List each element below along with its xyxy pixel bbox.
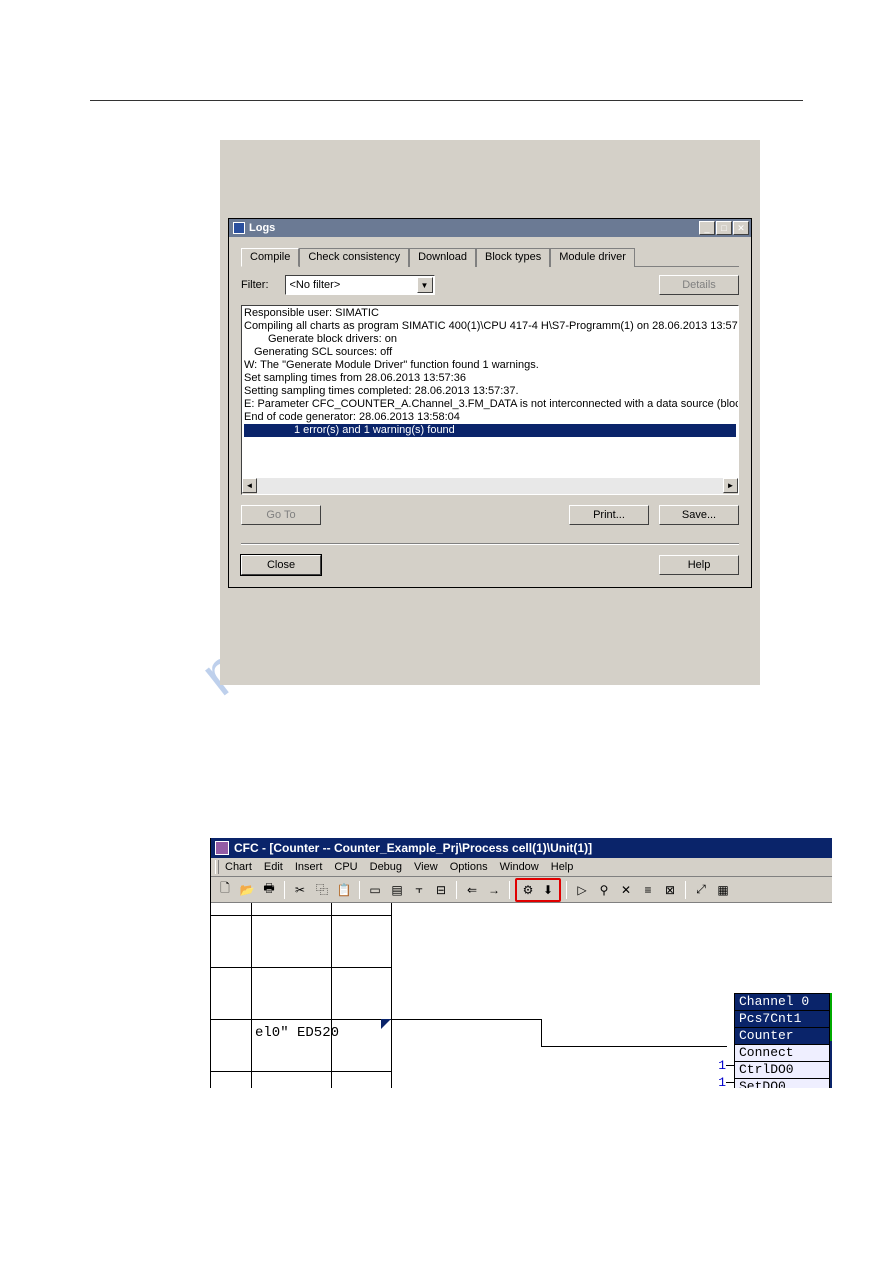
compile-icon[interactable]: ⚙ [518,880,538,900]
menu-cpu[interactable]: CPU [334,861,357,873]
chevron-down-icon[interactable]: ▼ [417,277,433,293]
sheet-icon[interactable]: ▤ [387,880,407,900]
details-button[interactable]: Details [659,275,739,295]
block-port[interactable]: Connect [734,1045,830,1062]
log-line[interactable]: Generating SCL sources: off [244,346,736,359]
menu-chart[interactable]: Chart [225,861,252,873]
titlebar: Logs _ □ ✕ [229,219,751,237]
tab-block-types[interactable]: Block types [476,248,550,267]
close-button[interactable]: Close [241,555,321,575]
maximize-icon[interactable]: □ [716,221,732,235]
log-line[interactable]: W: The "Generate Module Driver" function… [244,359,736,372]
watch-icon[interactable]: ✕ [616,880,636,900]
toolbar-separator [566,881,567,899]
cfc-title-text: CFC - [Counter -- Counter_Example_Prj\Pr… [234,841,592,855]
app-icon [233,222,245,234]
toolbar: 🗋📂🖶 ✂⿻📋 ▭▤⫟⊟ ⇐→ ⚙⬇ ▷⚲✕≡⊠ ⤢▦ [211,877,832,903]
cell-label: el0" ED520 [255,1025,339,1041]
log-line-selected[interactable]: 1 error(s) and 1 warning(s) found [244,424,736,437]
log-line[interactable]: E: Parameter CFC_COUNTER_A.Channel_3.FM_… [244,398,736,411]
function-block[interactable]: Channel 0 Pcs7Cnt1 Counter Connect CtrlD… [734,993,830,1088]
open-icon[interactable]: 📂 [237,880,257,900]
block-status-icon [830,993,832,1041]
menu-debug[interactable]: Debug [370,861,402,873]
connection-marker-icon [381,1019,391,1029]
block-name: Counter [734,1028,830,1045]
print-icon[interactable]: 🖶 [259,880,279,900]
tab-compile[interactable]: Compile [241,248,299,267]
close-icon[interactable]: ✕ [733,221,749,235]
toolbar-separator [456,881,457,899]
download-icon[interactable]: ⬇ [538,880,558,900]
block-header: Channel 0 [734,993,830,1011]
cfc-titlebar: CFC - [Counter -- Counter_Example_Prj\Pr… [211,838,832,858]
log-line[interactable]: Generate block drivers: on [244,333,736,346]
log-line[interactable]: Responsible user: SIMATIC [244,307,736,320]
print-button[interactable]: Print... [569,505,649,525]
trend-icon[interactable]: ≡ [638,880,658,900]
port-value: 1 [718,1058,726,1073]
scroll-left-icon[interactable]: ◄ [242,478,257,493]
paste-icon[interactable]: 📋 [334,880,354,900]
filter-label: Filter: [241,279,269,291]
menu-insert[interactable]: Insert [295,861,323,873]
menubar: Chart Edit Insert CPU Debug View Options… [211,858,832,877]
h-scrollbar[interactable]: ◄ ► [242,478,738,494]
right-icon[interactable]: → [484,880,504,900]
help-button[interactable]: Help [659,555,739,575]
filter-value: <No filter> [290,279,341,291]
catalog-icon[interactable]: ▭ [365,880,385,900]
copy-icon[interactable]: ⿻ [312,880,332,900]
tab-check-consistency[interactable]: Check consistency [299,248,409,267]
block-port[interactable]: CtrlDO0 [734,1062,830,1079]
menu-help[interactable]: Help [551,861,574,873]
zoom-icon[interactable]: ⤢ [691,880,711,900]
toolbar-highlight: ⚙⬇ [515,878,561,902]
menu-edit[interactable]: Edit [264,861,283,873]
menu-window[interactable]: Window [500,861,539,873]
menu-view[interactable]: View [414,861,438,873]
log-line[interactable]: Set sampling times from 28.06.2013 13:57… [244,372,736,385]
left-icon[interactable]: ⇐ [462,880,482,900]
new-icon[interactable]: 🗋 [215,880,235,900]
cfc-app-window: CFC - [Counter -- Counter_Example_Prj\Pr… [210,838,832,1088]
log-line[interactable]: End of code generator: 28.06.2013 13:58:… [244,411,736,424]
log-line[interactable]: Setting sampling times completed: 28.06.… [244,385,736,398]
block-side-icon [830,1041,832,1088]
log-line[interactable]: Compiling all charts as program SIMATIC … [244,320,736,333]
toolbar-separator [509,881,510,899]
scroll-track[interactable] [257,478,723,494]
block-type: Pcs7Cnt1 [734,1011,830,1028]
window-title: Logs [249,222,699,234]
port-value: 1 [718,1075,726,1088]
tab-download[interactable]: Download [409,248,476,267]
cfc-app-icon [215,841,229,855]
minimize-icon[interactable]: _ [699,221,715,235]
online-icon[interactable]: ▷ [572,880,592,900]
block-port[interactable]: SetDO0 [734,1079,830,1088]
filter-combo[interactable]: <No filter> ▼ [285,275,435,295]
io-icon[interactable]: ⫟ [409,880,429,900]
save-button[interactable]: Save... [659,505,739,525]
log-list[interactable]: Responsible user: SIMATIC Compiling all … [241,305,739,495]
msg-icon[interactable]: ⊠ [660,880,680,900]
dialog-backdrop: Logs _ □ ✕ Compile Check consistency Dow… [220,140,760,685]
tabs: Compile Check consistency Download Block… [241,247,739,267]
scroll-right-icon[interactable]: ► [723,478,738,493]
toolbar-separator [359,881,360,899]
menu-options[interactable]: Options [450,861,488,873]
toolbar-separator [685,881,686,899]
logs-dialog: Logs _ □ ✕ Compile Check consistency Dow… [228,218,752,588]
goto-button[interactable]: Go To [241,505,321,525]
menu-grip-icon [215,860,219,874]
test-icon[interactable]: ⚲ [594,880,614,900]
cfc-canvas[interactable]: el0" ED520 1 1 0 Channel 0 Pcs7Cnt1 Coun… [211,903,832,1088]
cut-icon[interactable]: ✂ [290,880,310,900]
grid-icon[interactable]: ▦ [713,880,733,900]
diag-icon[interactable]: ⊟ [431,880,451,900]
toolbar-separator [284,881,285,899]
tab-module-driver[interactable]: Module driver [550,248,635,267]
